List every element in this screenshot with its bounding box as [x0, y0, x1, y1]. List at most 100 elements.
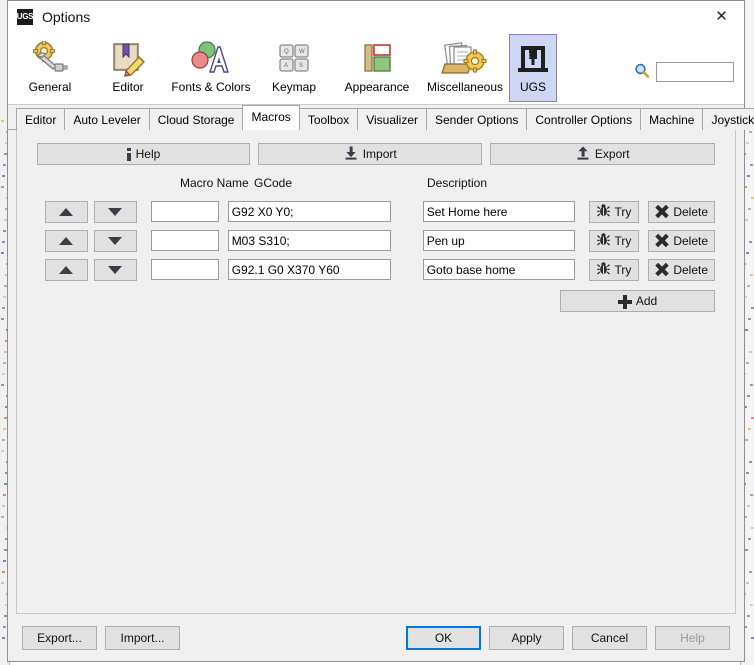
papers-gear-icon: [422, 39, 508, 79]
dialog-footer: Export... Import... OK Apply Cancel Help: [8, 614, 744, 661]
macro-name-input[interactable]: [150, 259, 219, 280]
background-text-speck: [745, 219, 748, 221]
info-icon: [126, 147, 131, 161]
category-general[interactable]: General: [11, 34, 89, 102]
background-text-speck: [749, 241, 752, 243]
macro-description-input[interactable]: [422, 201, 575, 222]
background-text-speck: [745, 439, 748, 441]
delete-button[interactable]: Delete: [648, 200, 715, 223]
bug-icon: [596, 232, 610, 249]
category-keymap[interactable]: Q W A S Keymap: [255, 34, 333, 102]
tab-machine[interactable]: Machine: [640, 108, 704, 130]
search-area: [634, 62, 734, 82]
delete-button-label: Delete: [673, 233, 708, 248]
background-text-speck: [750, 384, 753, 386]
background-text-speck: [748, 318, 751, 320]
background-text-speck: [746, 362, 749, 364]
import-button[interactable]: Import: [257, 143, 483, 165]
move-up-button[interactable]: [45, 258, 88, 281]
category-ugs[interactable]: UGS: [509, 34, 557, 102]
macro-gcode-input[interactable]: [227, 259, 391, 280]
move-up-button[interactable]: [45, 229, 88, 252]
layout-panels-icon: [334, 39, 420, 79]
triangle-up-icon: [59, 265, 74, 274]
window-title: Options: [42, 8, 91, 25]
export-button-label: Export: [594, 147, 630, 161]
column-header-description: Description: [427, 176, 488, 190]
column-header-macro-name: Macro Name: [180, 176, 249, 190]
cancel-button[interactable]: Cancel: [572, 625, 647, 650]
background-text-speck: [748, 428, 751, 430]
tab-auto-leveler[interactable]: Auto Leveler: [64, 108, 150, 130]
help-button[interactable]: Help: [37, 143, 250, 165]
delete-button[interactable]: Delete: [648, 258, 715, 281]
background-text-speck: [3, 560, 6, 562]
background-text-speck: [2, 307, 5, 309]
ok-button[interactable]: OK: [406, 625, 481, 650]
add-button[interactable]: Add: [560, 290, 715, 312]
triangle-down-icon: [108, 207, 123, 216]
background-text-speck: [747, 285, 750, 287]
search-icon[interactable]: [634, 63, 650, 82]
export-button[interactable]: Export: [490, 143, 715, 165]
fonts-colors-icon: [168, 39, 254, 79]
tab-toolbox[interactable]: Toolbox: [298, 108, 359, 130]
background-text-speck: [749, 571, 752, 573]
background-text-speck: [3, 626, 6, 628]
tab-editor[interactable]: Editor: [16, 108, 66, 130]
tab-macros[interactable]: Macros: [242, 105, 300, 130]
tab-visualizer[interactable]: Visualizer: [357, 108, 427, 130]
background-text-speck: [3, 296, 6, 298]
column-header-gcode: GCode: [254, 176, 293, 190]
footer-export-button[interactable]: Export...: [22, 625, 97, 650]
background-text-speck: [749, 351, 752, 353]
background-text-speck: [1, 186, 4, 188]
background-text-speck: [1, 120, 4, 122]
search-input[interactable]: [656, 62, 734, 82]
book-pencil-icon: [90, 39, 166, 79]
upload-icon: [576, 145, 590, 163]
macro-name-input[interactable]: [150, 230, 219, 251]
category-miscellaneous[interactable]: Miscellaneous: [421, 34, 509, 102]
apply-button[interactable]: Apply: [489, 625, 564, 650]
category-editor[interactable]: Editor: [89, 34, 167, 102]
try-button[interactable]: Try: [588, 229, 640, 252]
category-fonts-and-colors[interactable]: Fonts & Colors: [167, 34, 255, 102]
try-button[interactable]: Try: [588, 200, 640, 223]
tab-joystick[interactable]: Joystick: [702, 108, 754, 130]
tab-sender-options[interactable]: Sender Options: [426, 108, 528, 130]
macro-gcode-input[interactable]: [227, 201, 391, 222]
move-up-button[interactable]: [45, 200, 88, 223]
macro-gcode-input[interactable]: [227, 230, 391, 251]
delete-button[interactable]: Delete: [648, 229, 715, 252]
svg-text:Q: Q: [284, 49, 289, 55]
category-appearance[interactable]: Appearance: [333, 34, 421, 102]
macro-description-input[interactable]: [422, 259, 575, 280]
close-icon[interactable]: ✕: [699, 1, 744, 31]
close-x-icon: [655, 234, 668, 247]
add-row: Add: [17, 284, 735, 312]
table-row: Try Delete: [17, 226, 735, 255]
background-text-speck: [3, 230, 6, 232]
background-text-speck: [2, 241, 5, 243]
background-text-speck: [749, 461, 752, 463]
ugs-app-icon: UGS: [17, 8, 34, 25]
move-down-button[interactable]: [93, 229, 137, 252]
try-button[interactable]: Try: [588, 258, 640, 281]
macros-panel: Help Import Export Macro Name GCode Desc…: [16, 130, 736, 614]
background-text-speck: [3, 428, 6, 430]
category-label: Appearance: [344, 80, 410, 94]
background-text-speck: [749, 131, 752, 133]
tab-cloud-storage[interactable]: Cloud Storage: [148, 108, 244, 130]
move-down-button[interactable]: [93, 200, 137, 223]
tab-controller-options[interactable]: Controller Options: [526, 108, 642, 130]
background-text-speck: [2, 637, 5, 639]
footer-import-button[interactable]: Import...: [105, 625, 180, 650]
options-dialog: UGS Options ✕ General Editor Fonts & Col…: [7, 0, 754, 662]
move-down-button[interactable]: [93, 258, 137, 281]
triangle-up-icon: [59, 207, 74, 216]
help-button-label: Help: [135, 147, 161, 161]
footer-left-buttons: Export... Import...: [22, 625, 180, 650]
macro-description-input[interactable]: [422, 230, 575, 251]
macro-name-input[interactable]: [150, 201, 219, 222]
